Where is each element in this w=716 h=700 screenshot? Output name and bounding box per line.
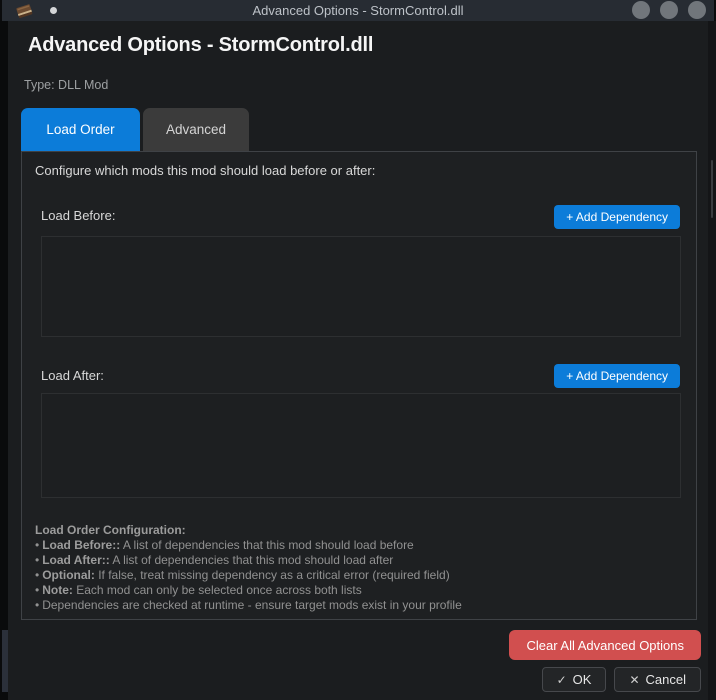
window-controls (632, 1, 706, 19)
background-scrollbar[interactable] (711, 160, 713, 218)
load-after-list[interactable] (41, 393, 681, 498)
close-icon: ✕ (629, 673, 639, 687)
help-line: •Load After:: A list of dependencies tha… (35, 553, 462, 568)
help-title: Load Order Configuration: (35, 523, 462, 538)
help-line: •Load Before:: A list of dependencies th… (35, 538, 462, 553)
window-button-close[interactable] (688, 1, 706, 19)
window-titlebar: Advanced Options - StormControl.dll (2, 0, 714, 21)
dialog-heading: Advanced Options - StormControl.dll (28, 34, 373, 57)
load-before-label: Load Before: (41, 208, 115, 223)
window-button-minimize[interactable] (632, 1, 650, 19)
load-before-list[interactable] (41, 236, 681, 337)
cancel-button-label: Cancel (646, 672, 686, 687)
advanced-options-dialog: Advanced Options - StormControl.dll Type… (8, 21, 708, 700)
mod-type-label: Type: DLL Mod (24, 78, 108, 92)
help-line: •Dependencies are checked at runtime - e… (35, 598, 462, 613)
help-text-block: Load Order Configuration: •Load Before::… (35, 523, 462, 613)
load-order-panel: Configure which mods this mod should loa… (21, 151, 697, 620)
check-icon: ✓ (557, 673, 567, 687)
tab-load-order[interactable]: Load Order (21, 108, 140, 151)
add-dependency-before-button[interactable]: + Add Dependency (554, 205, 680, 229)
help-line: •Optional: If false, treat missing depen… (35, 568, 462, 583)
add-dependency-after-button[interactable]: + Add Dependency (554, 364, 680, 388)
dialog-footer-buttons: ✓ OK ✕ Cancel (542, 667, 701, 692)
background-strip-segment (2, 630, 8, 692)
panel-intro-text: Configure which mods this mod should loa… (35, 163, 375, 178)
help-line: •Note: Each mod can only be selected onc… (35, 583, 462, 598)
window-button-maximize[interactable] (660, 1, 678, 19)
cancel-button[interactable]: ✕ Cancel (614, 667, 701, 692)
load-after-label: Load After: (41, 368, 104, 383)
tab-advanced[interactable]: Advanced (143, 108, 249, 151)
clear-all-advanced-options-button[interactable]: Clear All Advanced Options (509, 630, 701, 660)
background-strip (708, 21, 716, 700)
ok-button[interactable]: ✓ OK (542, 667, 607, 692)
ok-button-label: OK (573, 672, 592, 687)
screen: Advanced Options - StormControl.dll Adva… (0, 0, 716, 700)
tab-bar: Load Order Advanced (21, 108, 249, 151)
window-title: Advanced Options - StormControl.dll (2, 0, 714, 21)
